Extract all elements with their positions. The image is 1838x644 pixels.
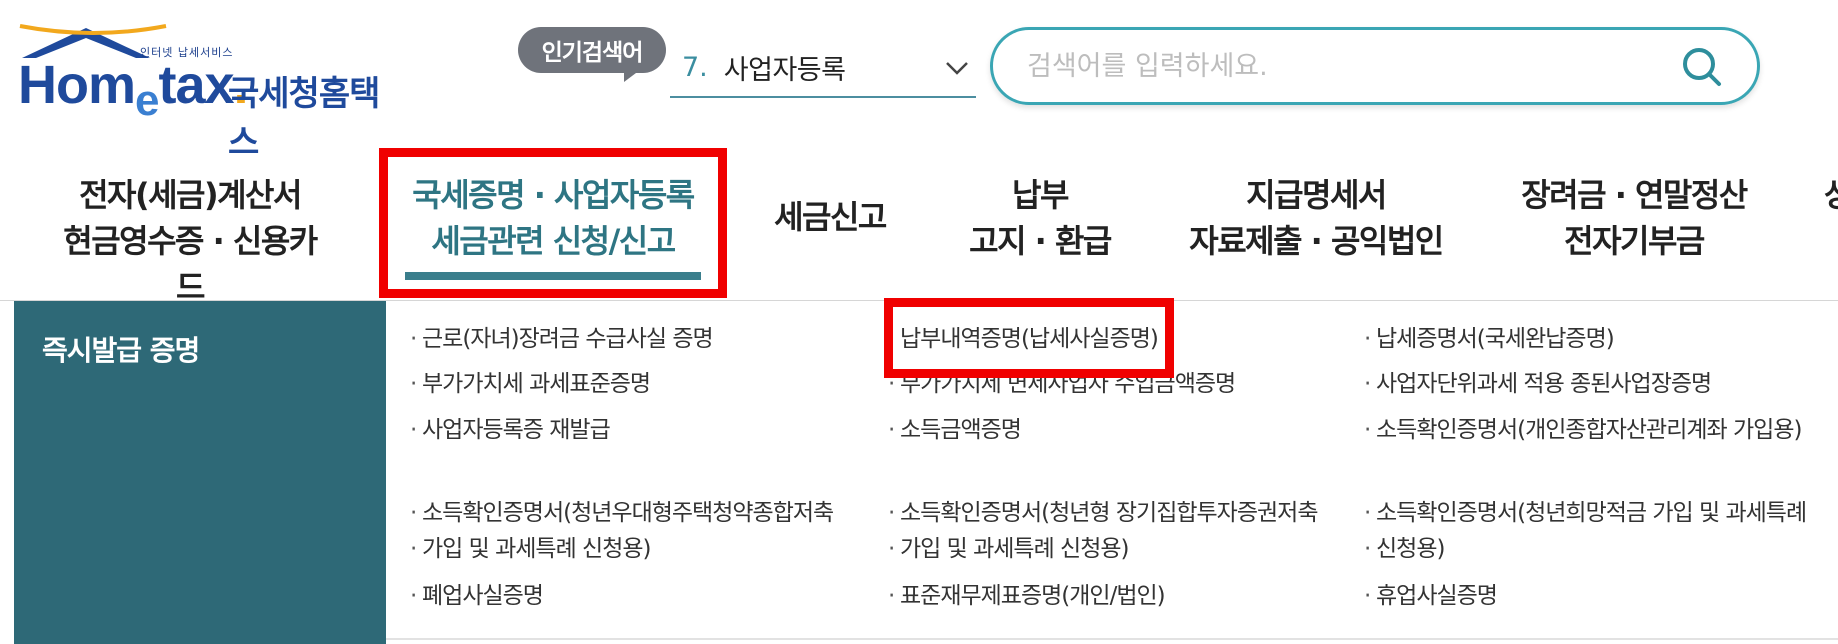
search-box — [990, 27, 1760, 105]
submenu-link[interactable]: 소득금액증명 — [888, 413, 1022, 448]
submenu-sidebar: 즉시발급 증명 — [14, 301, 386, 644]
nav-item-tax-filing[interactable]: 세금신고 — [770, 194, 890, 240]
submenu-link[interactable]: 소득확인증명서(청년형 장기집합투자증권저축 — [888, 496, 1318, 531]
submenu-link[interactable]: 소득확인증명서(청년우대형주택청약종합저축 — [410, 496, 834, 531]
nav-item-tax-certificate[interactable]: 국세증명 · 사업자등록 세금관련 신청/신고 — [398, 172, 708, 264]
active-tab-underline — [405, 272, 701, 280]
submenu-link[interactable]: 납세증명서(국세완납증명) — [1364, 322, 1615, 357]
submenu-link[interactable]: 부가가치세 과세표준증명 — [410, 367, 651, 402]
submenu-link[interactable]: 소득확인증명서(청년희망적금 가입 및 과세특례 — [1364, 496, 1807, 531]
submenu-link-payment-history[interactable]: 납부내역증명(납세사실증명) — [888, 322, 1159, 357]
nav-item-partial[interactable]: 상 — [1818, 172, 1838, 218]
hometax-logo[interactable]: 인터넷 납세서비스 Hometax. 국세청홈택스 — [18, 24, 408, 163]
popular-term: 사업자등록 — [723, 54, 846, 86]
submenu-link[interactable]: 근로(자녀)장려금 수급사실 증명 — [410, 322, 714, 357]
search-input[interactable] — [1027, 30, 1667, 102]
popular-search-dropdown[interactable]: 7. 사업자등록 — [670, 38, 976, 98]
submenu-link[interactable]: 사업자단위과세 적용 종된사업장증명 — [1364, 367, 1712, 402]
submenu-link[interactable]: 표준재무제표증명(개인/법인) — [888, 579, 1166, 614]
submenu-link-continuation[interactable]: 가입 및 과세특례 신청용) — [888, 532, 1129, 567]
search-icon[interactable] — [1681, 46, 1723, 88]
nav-item-incentive[interactable]: 장려금 · 연말정산 전자기부금 — [1516, 172, 1752, 264]
nav-item-e-invoice[interactable]: 전자(세금)계산서 현금영수증 · 신용카드 — [50, 172, 330, 310]
submenu-link[interactable]: 부가가치세 면세사업자 수입금액증명 — [888, 367, 1236, 402]
main-navigation: 전자(세금)계산서 현금영수증 · 신용카드 국세증명 · 사업자등록 세금관련… — [0, 150, 1838, 306]
popular-rank: 7. — [682, 51, 708, 83]
submenu-title[interactable]: 즉시발급 증명 — [42, 329, 200, 369]
submenu-link-continuation[interactable]: 신청용) — [1364, 532, 1446, 567]
nav-item-payment[interactable]: 납부 고지 · 환급 — [960, 172, 1120, 264]
logo-swoosh-icon — [19, 24, 167, 35]
submenu-link[interactable]: 폐업사실증명 — [410, 579, 544, 614]
nav-item-payment-statement[interactable]: 지급명세서 자료제출 · 공익법인 — [1188, 172, 1444, 264]
submenu-bottom-border — [386, 638, 1838, 640]
submenu-link[interactable]: 소득확인증명서(개인종합자산관리계좌 가입용) — [1364, 413, 1802, 448]
submenu-link-continuation[interactable]: 가입 및 과세특례 신청용) — [410, 532, 651, 567]
popular-search-badge: 인기검색어 — [518, 27, 666, 82]
chevron-down-icon[interactable] — [944, 60, 970, 76]
logo-wordmark: Hometax. — [18, 55, 249, 125]
submenu-link[interactable]: 휴업사실증명 — [1364, 579, 1498, 614]
submenu-link[interactable]: 사업자등록증 재발급 — [410, 413, 611, 448]
